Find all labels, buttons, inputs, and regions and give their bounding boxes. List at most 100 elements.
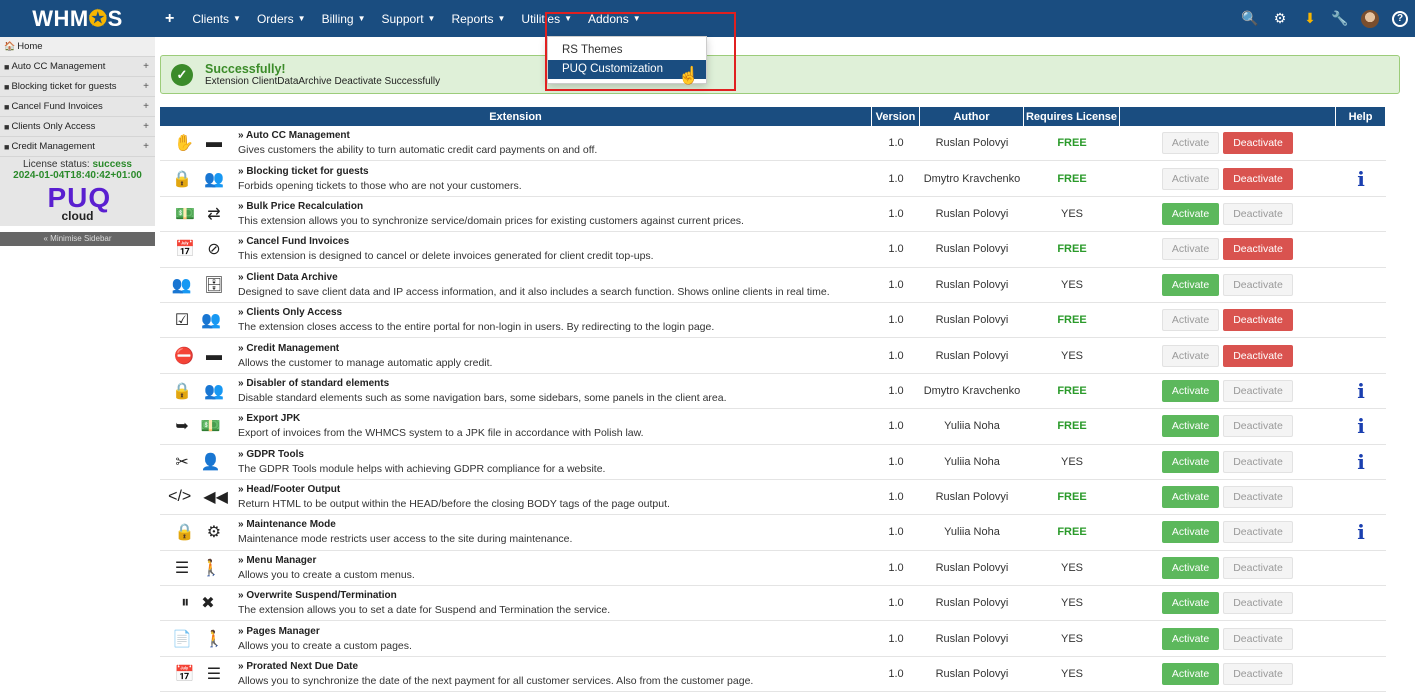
deactivate-button[interactable]: Deactivate	[1223, 663, 1293, 686]
license-requirement: FREE	[1024, 232, 1120, 268]
deactivate-button[interactable]: Deactivate	[1223, 379, 1293, 402]
activate-button[interactable]: Activate	[1162, 273, 1219, 296]
action-buttons: Activate Deactivate	[1120, 197, 1336, 233]
deactivate-button[interactable]: Deactivate	[1223, 486, 1293, 509]
license-requirement: YES	[1024, 338, 1120, 374]
check-circle-icon: ✓	[171, 63, 193, 86]
activate-button[interactable]: Activate	[1162, 202, 1219, 225]
sidebar-item-0[interactable]: ■ Auto CC Management +	[0, 57, 155, 77]
info-icon[interactable]: i	[1357, 450, 1365, 474]
wrench-icon[interactable]: 🔧	[1325, 0, 1355, 37]
deactivate-button[interactable]: Deactivate	[1223, 627, 1293, 650]
action-buttons: Activate Deactivate	[1120, 445, 1336, 480]
puq-cloud-logo[interactable]: PUQ cloud	[48, 184, 111, 223]
activate-button[interactable]: Activate	[1162, 379, 1219, 402]
col-version: Version	[872, 107, 920, 126]
extension-name: » Pages Manager	[238, 625, 320, 637]
info-icon[interactable]: i	[1357, 520, 1365, 544]
cogs-icon[interactable]: ⚙	[1265, 0, 1295, 37]
expand-plus-icon[interactable]: +	[143, 141, 149, 152]
nav-clients[interactable]: Clients ▼	[184, 0, 249, 37]
extension-cell: » Overwrite Suspend/Termination The exten…	[236, 586, 872, 622]
deactivate-button[interactable]: Deactivate	[1223, 309, 1293, 332]
info-icon[interactable]: i	[1357, 414, 1365, 438]
deactivate-button[interactable]: Deactivate	[1223, 592, 1293, 615]
deactivate-button[interactable]: Deactivate	[1223, 415, 1293, 438]
whmcs-logo[interactable]: WHM ✪ S	[0, 0, 155, 37]
nav-reports[interactable]: Reports ▼	[443, 0, 513, 37]
hand-cursor-icon: ☝	[678, 66, 700, 85]
addon-rs-themes[interactable]: RS Themes	[548, 41, 706, 60]
activate-button[interactable]: Activate	[1162, 486, 1219, 509]
extension-icon: 👥	[204, 382, 224, 400]
add-new-button[interactable]: +	[155, 0, 184, 37]
activate-button[interactable]: Activate	[1162, 309, 1219, 332]
activate-button[interactable]: Activate	[1162, 627, 1219, 650]
extension-cell: » Blocking ticket for guests Forbids open…	[236, 161, 872, 197]
activate-button[interactable]: Activate	[1162, 167, 1219, 190]
deactivate-button[interactable]: Deactivate	[1223, 167, 1293, 190]
extension-author: Ruslan Polovyi	[920, 657, 1024, 692]
sidebar-home[interactable]: 🏠 Home	[0, 37, 155, 57]
deactivate-button[interactable]: Deactivate	[1223, 238, 1293, 261]
extension-author: Ruslan Polovyi	[920, 197, 1024, 233]
expand-plus-icon[interactable]: +	[143, 61, 149, 72]
deactivate-button[interactable]: Deactivate	[1223, 273, 1293, 296]
caret-down-icon: ▼	[233, 14, 241, 23]
nav-billing[interactable]: Billing ▼	[314, 0, 374, 37]
help-cell	[1336, 268, 1386, 303]
extension-version: 1.0	[872, 197, 920, 233]
sidebar-item-3[interactable]: ■ Clients Only Access +	[0, 117, 155, 137]
nav-addons[interactable]: Addons ▼	[580, 0, 649, 37]
extension-icon: 👥	[201, 312, 222, 330]
expand-plus-icon[interactable]: +	[143, 101, 149, 112]
nav-utilities[interactable]: Utilities ▼	[513, 0, 580, 37]
minimise-sidebar-link[interactable]: « Minimise Sidebar	[0, 232, 155, 246]
extension-description: Gives customers the ability to turn auto…	[238, 144, 598, 157]
deactivate-button[interactable]: Deactivate	[1223, 521, 1293, 544]
extension-author: Dmytro Kravchenko	[920, 374, 1024, 410]
activate-button[interactable]: Activate	[1162, 592, 1219, 615]
download-icon[interactable]: ⬇	[1295, 0, 1325, 37]
expand-plus-icon[interactable]: +	[143, 121, 149, 132]
deactivate-button[interactable]: Deactivate	[1223, 450, 1293, 473]
license-requirement: FREE	[1024, 126, 1120, 162]
extension-cell: » Maintenance Mode Maintenance mode restr…	[236, 515, 872, 551]
activate-button[interactable]: Activate	[1162, 344, 1219, 367]
expand-plus-icon[interactable]: +	[143, 81, 149, 92]
sidebar-item-1[interactable]: ■ Blocking ticket for guests +	[0, 77, 155, 97]
sidebar-item-2[interactable]: ■ Cancel Fund Invoices +	[0, 97, 155, 117]
info-icon[interactable]: i	[1357, 167, 1365, 191]
extension-icon: ◀◀	[203, 489, 228, 507]
extension-name: » Blocking ticket for guests	[238, 165, 369, 177]
activate-button[interactable]: Activate	[1162, 132, 1219, 155]
help-icon[interactable]: ?	[1385, 0, 1415, 37]
table-row: ⛔ ▬» Credit Management Allows the customer…	[160, 338, 1386, 374]
activate-button[interactable]: Activate	[1162, 238, 1219, 261]
activate-button[interactable]: Activate	[1162, 663, 1219, 686]
search-icon[interactable]: 🔍	[1235, 0, 1265, 37]
nav-orders[interactable]: Orders ▼	[249, 0, 314, 37]
activate-button[interactable]: Activate	[1162, 521, 1219, 544]
deactivate-button[interactable]: Deactivate	[1223, 202, 1293, 225]
extension-description: Forbids opening tickets to those who are…	[238, 179, 522, 192]
extension-icon: ⇄	[207, 205, 221, 223]
extension-icon: ⛔	[174, 347, 194, 365]
license-requirement: YES	[1024, 657, 1120, 692]
deactivate-button[interactable]: Deactivate	[1223, 556, 1293, 579]
deactivate-button[interactable]: Deactivate	[1223, 132, 1293, 155]
extension-icons: ⛔ ▬	[160, 338, 236, 374]
info-icon[interactable]: i	[1357, 379, 1365, 403]
nav-support[interactable]: Support ▼	[374, 0, 444, 37]
sidebar-item-4[interactable]: ■ Credit Management +	[0, 137, 155, 157]
activate-button[interactable]: Activate	[1162, 450, 1219, 473]
activate-button[interactable]: Activate	[1162, 556, 1219, 579]
activate-button[interactable]: Activate	[1162, 415, 1219, 438]
help-cell	[1336, 126, 1386, 162]
extension-icon: ⏸	[181, 594, 190, 612]
deactivate-button[interactable]: Deactivate	[1223, 344, 1293, 367]
extension-name: » Maintenance Mode	[238, 519, 336, 531]
avatar[interactable]	[1355, 0, 1385, 37]
help-cell: i	[1336, 161, 1386, 197]
action-buttons: Activate Deactivate	[1120, 338, 1336, 374]
